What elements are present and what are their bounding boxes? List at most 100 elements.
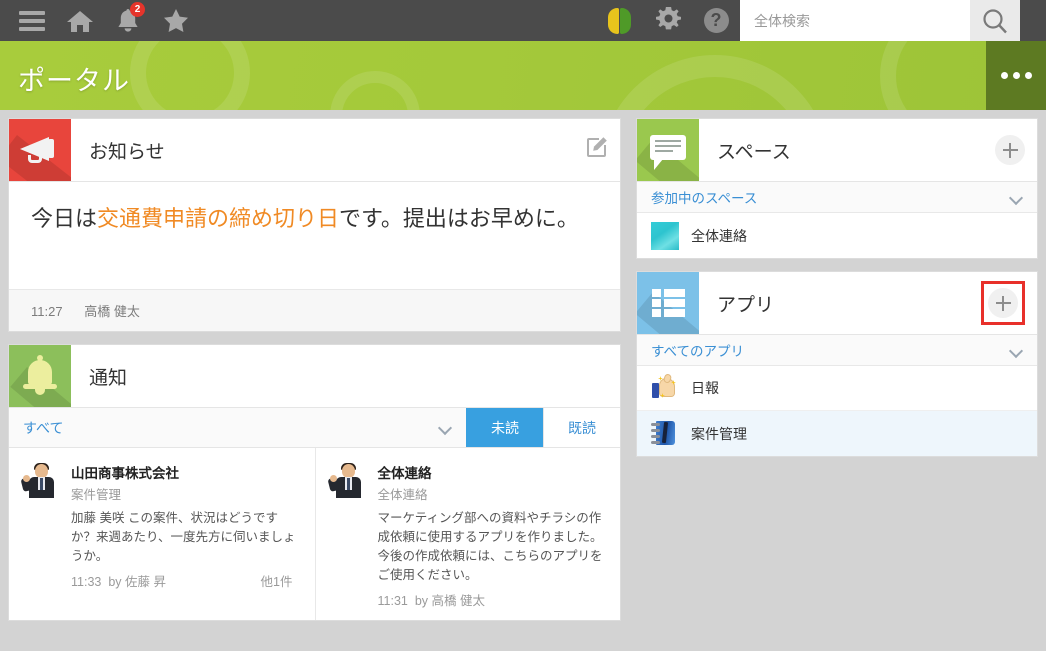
chevron-down-icon: [439, 421, 452, 434]
app-list-item-ankenkanri[interactable]: 案件管理: [637, 411, 1037, 456]
search-submit-button[interactable]: [970, 0, 1020, 41]
notification-item-subtitle: 全体連絡: [378, 484, 607, 503]
chevron-down-icon: [1010, 344, 1023, 357]
banner-more-button[interactable]: [986, 41, 1046, 110]
app-section-header[interactable]: すべてのアプリ: [637, 334, 1037, 366]
more-dot-icon: [1001, 72, 1008, 79]
space-add-button[interactable]: [995, 135, 1025, 165]
home-icon: [66, 9, 94, 33]
notification-item-subtitle: 案件管理: [71, 484, 301, 503]
notification-title: 通知: [71, 363, 127, 390]
app-list-item-label: 案件管理: [691, 424, 747, 444]
notification-filter-label: すべて: [23, 418, 63, 438]
notification-badge: 2: [130, 2, 145, 17]
compose-icon: [585, 136, 608, 159]
notification-item-time: 11:31: [378, 594, 408, 608]
announcement-footer: 11:27 高橋 健太: [9, 289, 620, 331]
main-content: お知らせ 今日は交通費申請の締め切り日です。提出はお早めに。 11:27 高橋 …: [0, 110, 1046, 651]
search-box[interactable]: [740, 0, 970, 41]
page-title: ポータル: [18, 59, 130, 98]
beginner-guide-button[interactable]: [596, 0, 644, 41]
notification-item-body: 全体連絡 全体連絡 マーケティング部への資料やチラシの作成依頼に使用するアプリを…: [378, 462, 607, 610]
notification-item-time: 11:33: [71, 575, 101, 589]
hamburger-menu-button[interactable]: [8, 0, 56, 41]
gear-icon: [655, 7, 682, 34]
app-list-icon: [637, 272, 699, 334]
star-icon: [163, 8, 189, 33]
notification-item-extra: 他1件: [261, 571, 293, 590]
notification-item-meta: 11:33 by 佐藤 昇 他1件: [71, 571, 301, 590]
notification-item-author: by 高橋 健太: [415, 594, 485, 608]
banner-decoration-circle: [600, 55, 830, 110]
app-title: アプリ: [699, 290, 774, 317]
announcement-widget: お知らせ 今日は交通費申請の締め切り日です。提出はお早めに。 11:27 高橋 …: [8, 118, 621, 332]
notification-header: 通知: [9, 345, 620, 407]
notification-item-title: 全体連絡: [378, 462, 607, 482]
announcement-header: お知らせ: [9, 119, 620, 181]
beginner-leaf-icon: [608, 8, 632, 34]
tab-unread[interactable]: 未読: [466, 408, 543, 447]
announcement-time: 11:27: [31, 304, 63, 319]
announcement-body: 今日は交通費申請の締め切り日です。提出はお早めに。: [9, 181, 620, 289]
search-input[interactable]: [754, 6, 970, 36]
app-list-item-label: 日報: [691, 378, 719, 398]
notification-item-author: by 佐藤 昇: [108, 575, 166, 589]
annotation-box: [981, 281, 1025, 325]
right-column: スペース 参加中のスペース 全体連絡: [636, 118, 1038, 469]
notification-list: 山田商事株式会社 案件管理 加藤 美咲 この案件、状況はどうですか？来週あたり、…: [9, 447, 620, 620]
app-list-item-nippou[interactable]: 日報: [637, 366, 1037, 411]
help-icon: ?: [704, 8, 729, 33]
notification-filter-bar: すべて 未読 既読: [9, 407, 620, 447]
notification-filter-dropdown[interactable]: すべて: [9, 408, 466, 447]
avatar: [328, 462, 368, 498]
water-thumbnail: [651, 222, 679, 250]
help-button[interactable]: ?: [692, 0, 740, 41]
search-icon: [982, 8, 1008, 34]
favorites-button[interactable]: [152, 0, 200, 41]
top-bar: 2 ?: [0, 0, 1046, 41]
settings-button[interactable]: [644, 0, 692, 41]
bell-icon: [9, 345, 71, 407]
top-bar-right-edge: [1020, 0, 1046, 41]
more-dot-icon: [1025, 72, 1032, 79]
space-header: スペース: [637, 119, 1037, 181]
notification-widget: 通知 すべて 未読 既読: [8, 344, 621, 621]
announcement-text-post: です。提出はお早めに。: [339, 206, 579, 231]
space-title: スペース: [699, 137, 791, 164]
notification-item-time-author: 11:31 by 高橋 健太: [378, 590, 485, 609]
announcement-author: 高橋 健太: [84, 304, 140, 319]
notification-item[interactable]: 全体連絡 全体連絡 マーケティング部への資料やチラシの作成依頼に使用するアプリを…: [315, 448, 621, 620]
app-add-button[interactable]: [988, 288, 1018, 318]
notification-item-body: 山田商事株式会社 案件管理 加藤 美咲 この案件、状況はどうですか？来週あたり、…: [71, 462, 301, 610]
banner-decoration-circle: [130, 41, 250, 110]
announcement-text-highlight: 交通費申請の締め切り日: [97, 206, 339, 231]
left-column: お知らせ 今日は交通費申請の締め切り日です。提出はお早めに。 11:27 高橋 …: [8, 118, 621, 633]
home-button[interactable]: [56, 0, 104, 41]
thumbs-up-icon: [651, 374, 679, 402]
space-list-item[interactable]: 全体連絡: [637, 213, 1037, 258]
chat-icon: [637, 119, 699, 181]
top-bar-right-icons: ?: [596, 0, 1046, 41]
app-header: アプリ: [637, 272, 1037, 334]
app-widget: アプリ すべてのアプリ: [636, 271, 1038, 457]
hamburger-icon: [19, 11, 45, 31]
app-add-button-highlight: [981, 281, 1025, 325]
notifications-button[interactable]: 2: [104, 0, 152, 41]
notification-item-time-author: 11:33 by 佐藤 昇: [71, 571, 166, 590]
notification-item[interactable]: 山田商事株式会社 案件管理 加藤 美咲 この案件、状況はどうですか？来週あたり、…: [9, 448, 315, 620]
notebook-pen-icon: [651, 420, 679, 448]
space-section-header[interactable]: 参加中のスペース: [637, 181, 1037, 213]
announcement-compose-button[interactable]: [585, 136, 608, 164]
announcement-text-pre: 今日は: [31, 206, 97, 231]
plus-icon: [995, 135, 1025, 165]
space-list-item-label: 全体連絡: [691, 226, 747, 246]
space-widget: スペース 参加中のスペース 全体連絡: [636, 118, 1038, 259]
chevron-down-icon: [1010, 191, 1023, 204]
app-section-label: すべてのアプリ: [651, 340, 744, 360]
page-banner: ポータル: [0, 41, 1046, 110]
notification-item-title: 山田商事株式会社: [71, 462, 301, 482]
notification-item-text: 加藤 美咲 この案件、状況はどうですか？来週あたり、一度先方に伺いましょうか。: [71, 509, 301, 566]
notification-item-meta: 11:31 by 高橋 健太: [378, 590, 607, 609]
tab-read[interactable]: 既読: [543, 408, 620, 447]
avatar: [21, 462, 61, 498]
